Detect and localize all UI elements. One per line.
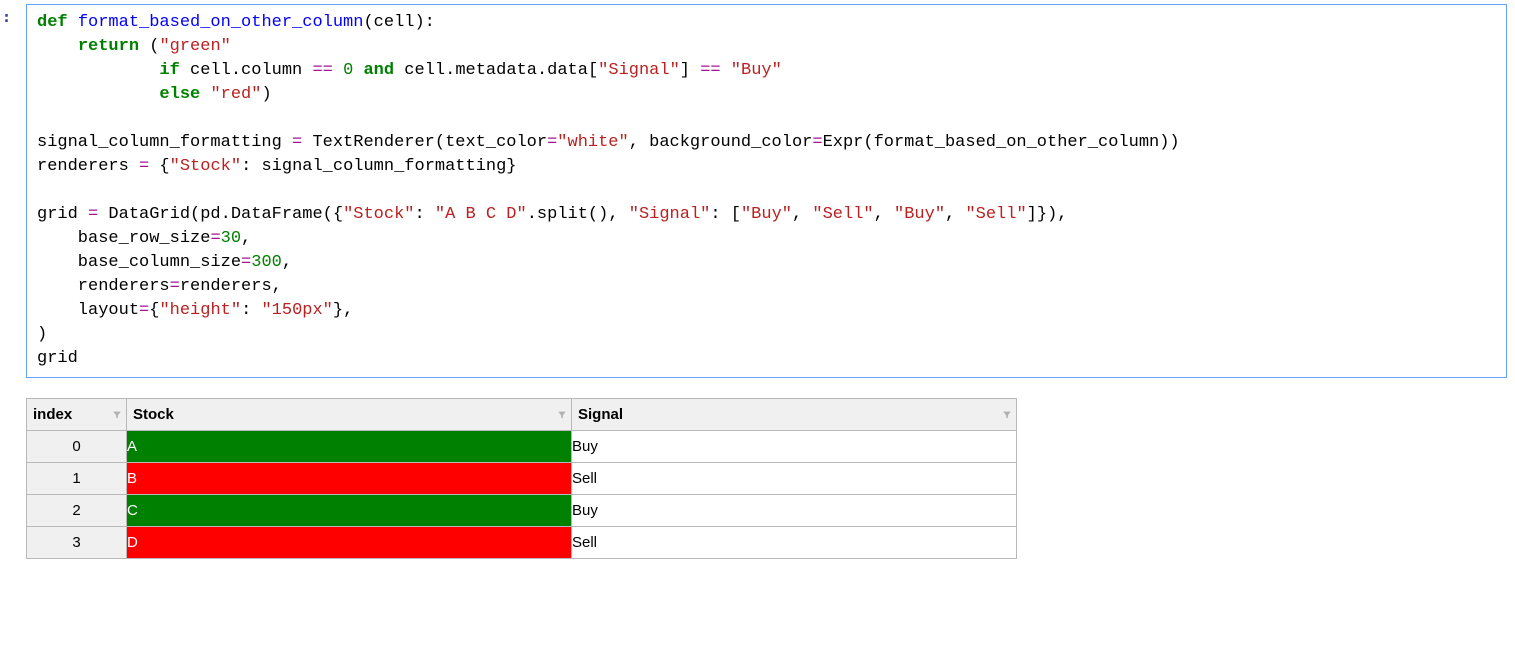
table-row[interactable]: 0ABuy xyxy=(27,431,1017,463)
filter-icon[interactable] xyxy=(112,410,122,420)
stock-cell[interactable]: A xyxy=(127,431,572,463)
table-row[interactable]: 1BSell xyxy=(27,463,1017,495)
header-stock[interactable]: Stock xyxy=(127,399,572,431)
index-cell[interactable]: 1 xyxy=(27,463,127,495)
signal-cell[interactable]: Buy xyxy=(572,495,1017,527)
signal-cell[interactable]: Sell xyxy=(572,463,1017,495)
data-grid[interactable]: index Stock Signal xyxy=(26,398,1017,559)
signal-cell[interactable]: Buy xyxy=(572,431,1017,463)
index-cell[interactable]: 3 xyxy=(27,527,127,559)
header-signal[interactable]: Signal xyxy=(572,399,1017,431)
index-cell[interactable]: 2 xyxy=(27,495,127,527)
filter-icon[interactable] xyxy=(557,410,567,420)
table-row[interactable]: 3DSell xyxy=(27,527,1017,559)
header-index[interactable]: index xyxy=(27,399,127,431)
table-row[interactable]: 2CBuy xyxy=(27,495,1017,527)
filter-icon[interactable] xyxy=(1002,410,1012,420)
header-row: index Stock Signal xyxy=(27,399,1017,431)
output-area: index Stock Signal xyxy=(26,398,1026,559)
header-stock-label: Stock xyxy=(133,406,174,423)
header-index-label: index xyxy=(33,406,72,423)
stock-cell[interactable]: B xyxy=(127,463,572,495)
header-signal-label: Signal xyxy=(578,406,623,423)
input-prompt: : xyxy=(2,8,11,26)
index-cell[interactable]: 0 xyxy=(27,431,127,463)
stock-cell[interactable]: C xyxy=(127,495,572,527)
signal-cell[interactable]: Sell xyxy=(572,527,1017,559)
stock-cell[interactable]: D xyxy=(127,527,572,559)
code-cell[interactable]: def format_based_on_other_column(cell): … xyxy=(26,4,1507,378)
